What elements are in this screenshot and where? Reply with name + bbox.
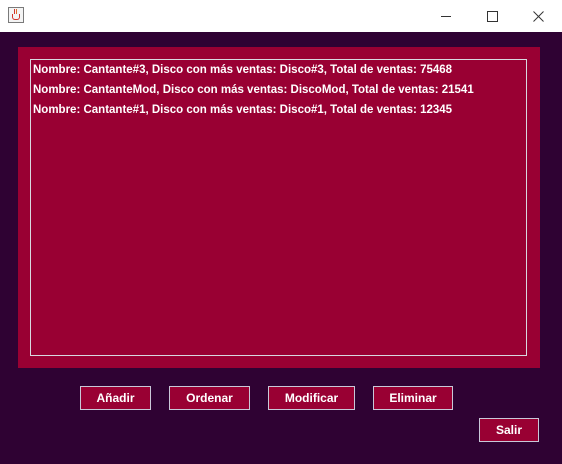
close-icon — [532, 10, 544, 22]
list-item: Nombre: Cantante#1, Disco con más ventas… — [33, 104, 453, 116]
exit-button[interactable]: Salir — [479, 418, 539, 442]
singers-text-area[interactable]: Nombre: Cantante#3, Disco con más ventas… — [30, 59, 527, 356]
modify-button[interactable]: Modificar — [268, 386, 355, 410]
list-item: Nombre: Cantante#3, Disco con más ventas… — [33, 64, 453, 76]
list-item: Nombre: CantanteMod, Disco con más venta… — [33, 84, 474, 96]
client-area: Nombre: Cantante#3, Disco con más ventas… — [0, 32, 562, 464]
maximize-button[interactable] — [469, 0, 515, 32]
minimize-icon — [441, 15, 451, 17]
java-cup-icon — [8, 7, 24, 23]
close-button[interactable] — [515, 0, 561, 32]
list-panel: Nombre: Cantante#3, Disco con más ventas… — [18, 47, 540, 368]
sort-button[interactable]: Ordenar — [169, 386, 250, 410]
add-button[interactable]: Añadir — [80, 386, 151, 410]
maximize-icon — [486, 10, 498, 22]
delete-button[interactable]: Eliminar — [373, 386, 453, 410]
title-bar[interactable] — [0, 0, 562, 32]
minimize-button[interactable] — [423, 0, 469, 32]
